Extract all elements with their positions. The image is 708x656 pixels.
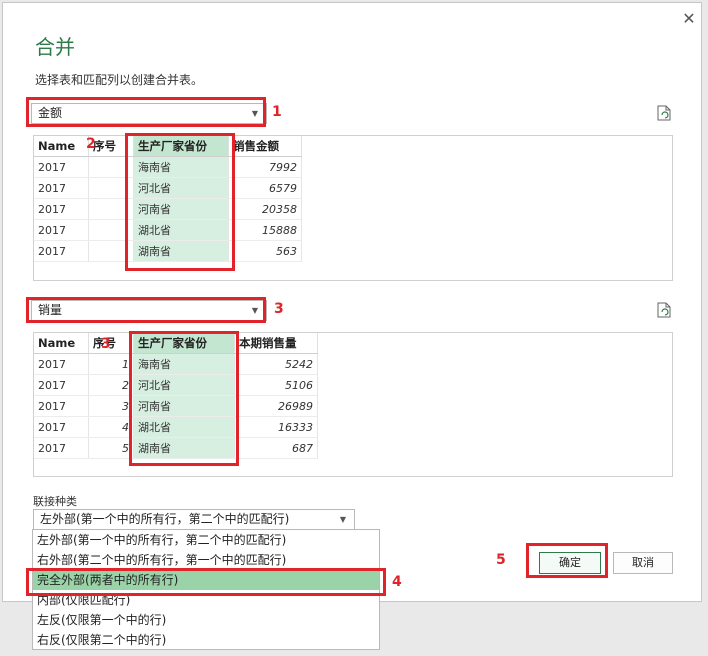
ok-button[interactable]: 确定: [539, 552, 601, 574]
table-header-row: Name 序号 生产厂家省份 本期销售量: [34, 333, 318, 354]
column-header[interactable]: 销售金额: [228, 136, 302, 157]
table-row: 2017 河北省 6579: [34, 177, 302, 199]
table-cell: [88, 156, 134, 178]
table1-grid: Name 序号 生产厂家省份 销售金额 2017 海南省 7992 2017 河…: [34, 136, 302, 262]
table-row: 2017 1 海南省 5242: [34, 353, 318, 375]
cancel-button[interactable]: 取消: [613, 552, 673, 574]
table-cell: 2017: [34, 156, 89, 178]
join-option-right-outer[interactable]: 右外部(第二个中的所有行，第一个中的匹配行): [33, 550, 379, 570]
chevron-down-icon: ▼: [251, 109, 258, 118]
table-cell: 河南省: [133, 198, 229, 220]
table-row: 2017 4 湖北省 16333: [34, 416, 318, 438]
column-header[interactable]: 本期销售量: [234, 333, 318, 354]
table-row: 2017 河南省 20358: [34, 198, 302, 220]
join-option-full-outer[interactable]: 完全外部(两者中的所有行): [33, 570, 379, 590]
column-header-selected[interactable]: 生产厂家省份: [133, 136, 229, 157]
table-row: 2017 2 河北省 5106: [34, 374, 318, 396]
join-kind-select-value: 左外部(第一个中的所有行，第二个中的匹配行): [40, 512, 290, 526]
table2-grid: Name 序号 生产厂家省份 本期销售量 2017 1 海南省 5242 201…: [34, 333, 318, 459]
table-cell: 16333: [234, 416, 318, 438]
table-cell: 15888: [228, 219, 302, 241]
table-cell: 2017: [34, 353, 89, 375]
annotation-marker-3b: 3: [101, 336, 111, 352]
table2-select[interactable]: 销量 ▼: [31, 300, 267, 321]
table-row: 2017 3 河南省 26989: [34, 395, 318, 417]
table2-select-value: 销量: [38, 303, 63, 317]
table-cell: 3: [88, 395, 134, 417]
column-header[interactable]: Name: [34, 136, 89, 157]
table-cell: 2017: [34, 198, 89, 220]
table-cell: 2017: [34, 437, 89, 459]
join-kind-label: 联接种类: [33, 495, 77, 508]
chevron-down-icon: ▼: [339, 515, 346, 524]
table-row: 2017 湖北省 15888: [34, 219, 302, 241]
close-icon[interactable]: ✕: [679, 9, 699, 29]
table-cell: 湖北省: [133, 416, 235, 438]
table-cell: 563: [228, 240, 302, 262]
annotation-marker-1: 1: [272, 104, 282, 120]
column-header-selected[interactable]: 生产厂家省份: [133, 333, 235, 354]
table-cell: 2: [88, 374, 134, 396]
join-kind-select[interactable]: 左外部(第一个中的所有行，第二个中的匹配行) ▼: [33, 509, 355, 530]
join-option-right-anti[interactable]: 右反(仅限第二个中的行): [33, 630, 379, 650]
table-cell: 5: [88, 437, 134, 459]
table1-select-value: 金额: [38, 106, 63, 120]
chevron-down-icon: ▼: [251, 306, 258, 315]
annotation-marker-2: 2: [86, 136, 96, 152]
table-cell: [88, 219, 134, 241]
table-cell: [88, 177, 134, 199]
table1-preview: Name 序号 生产厂家省份 销售金额 2017 海南省 7992 2017 河…: [33, 135, 673, 281]
annotation-marker-5: 5: [496, 552, 506, 568]
table-cell: 4: [88, 416, 134, 438]
table-cell: 20358: [228, 198, 302, 220]
join-option-left-anti[interactable]: 左反(仅限第一个中的行): [33, 610, 379, 630]
join-kind-dropdown-list: 左外部(第一个中的所有行，第二个中的匹配行) 右外部(第二个中的所有行，第一个中…: [32, 529, 380, 650]
annotation-marker-4: 4: [392, 574, 402, 590]
table2-preview: Name 序号 生产厂家省份 本期销售量 2017 1 海南省 5242 201…: [33, 332, 673, 477]
table-cell: 5242: [234, 353, 318, 375]
table-cell: 湖南省: [133, 240, 229, 262]
table-cell: [88, 198, 134, 220]
table-cell: 海南省: [133, 353, 235, 375]
table-cell: 河南省: [133, 395, 235, 417]
table-cell: 湖南省: [133, 437, 235, 459]
dialog-title: 合并: [35, 35, 75, 59]
table-cell: 2017: [34, 177, 89, 199]
merge-dialog: ✕ 合并 选择表和匹配列以创建合并表。 金额 ▼ Name 序号 生产厂家省份 …: [2, 2, 702, 602]
table-cell: 6579: [228, 177, 302, 199]
table-row: 2017 海南省 7992: [34, 156, 302, 178]
column-header[interactable]: Name: [34, 333, 89, 354]
refresh-icon[interactable]: [657, 302, 671, 318]
column-header[interactable]: 序号: [88, 333, 134, 354]
refresh-icon[interactable]: [657, 105, 671, 121]
table-cell: 2017: [34, 240, 89, 262]
table-row: 2017 5 湖南省 687: [34, 437, 318, 459]
table-row: 2017 湖南省 563: [34, 240, 302, 262]
join-option-inner[interactable]: 内部(仅限匹配行): [33, 590, 379, 610]
table-cell: 7992: [228, 156, 302, 178]
table-cell: [88, 240, 134, 262]
table-header-row: Name 序号 生产厂家省份 销售金额: [34, 136, 302, 157]
table-cell: 湖北省: [133, 219, 229, 241]
table1-select[interactable]: 金额 ▼: [31, 103, 267, 124]
table-cell: 河北省: [133, 374, 235, 396]
annotation-marker-3: 3: [274, 301, 284, 317]
dialog-subtitle: 选择表和匹配列以创建合并表。: [35, 73, 204, 87]
table-cell: 2017: [34, 416, 89, 438]
join-option-left-outer[interactable]: 左外部(第一个中的所有行，第二个中的匹配行): [33, 530, 379, 550]
table-cell: 2017: [34, 219, 89, 241]
table-cell: 1: [88, 353, 134, 375]
table-cell: 687: [234, 437, 318, 459]
table-cell: 26989: [234, 395, 318, 417]
table-cell: 2017: [34, 395, 89, 417]
table-cell: 2017: [34, 374, 89, 396]
table-cell: 5106: [234, 374, 318, 396]
table-cell: 海南省: [133, 156, 229, 178]
table-cell: 河北省: [133, 177, 229, 199]
